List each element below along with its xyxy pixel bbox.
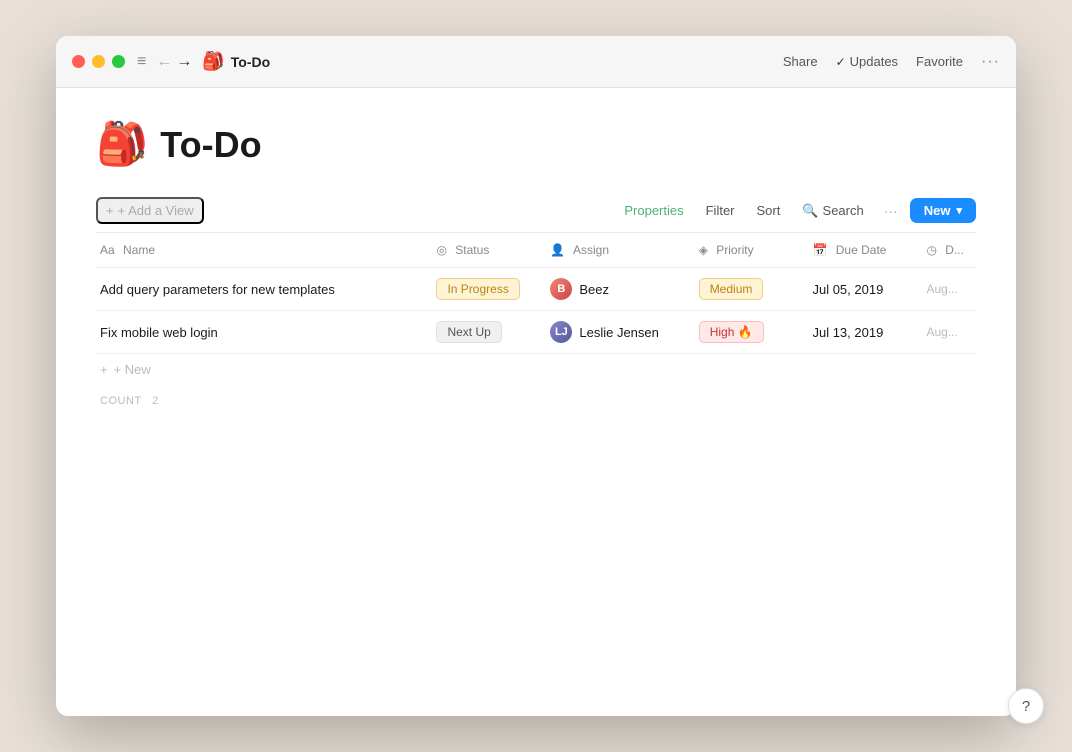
more-options-button[interactable]: ··· bbox=[981, 53, 1000, 71]
col-assign[interactable]: 👤 Assign bbox=[538, 233, 686, 268]
status-badge-nextup: Next Up bbox=[436, 321, 501, 343]
back-arrow-icon[interactable]: ← bbox=[156, 53, 172, 71]
col-due-date-label: Due Date bbox=[836, 243, 887, 257]
status-col-icon: ◎ bbox=[436, 243, 446, 257]
updates-label: Updates bbox=[850, 54, 898, 69]
due-date-col-icon: 📅 bbox=[812, 243, 827, 257]
add-row-button[interactable]: + + New bbox=[96, 354, 976, 385]
col-name[interactable]: Aa Name bbox=[96, 233, 424, 268]
page-icon-small: 🎒 bbox=[202, 51, 224, 72]
cell-assign-1[interactable]: B Beez bbox=[538, 268, 686, 311]
priority-badge-high: High 🔥 bbox=[699, 321, 764, 343]
nav-arrows: ← → bbox=[156, 53, 192, 71]
table-row[interactable]: Add query parameters for new templates I… bbox=[96, 268, 976, 311]
app-window: ≡ ← → 🎒 To-Do Share ✓ Updates Favorite ·… bbox=[56, 36, 1016, 716]
sort-button[interactable]: Sort bbox=[749, 199, 789, 222]
cell-status-2[interactable]: Next Up bbox=[424, 311, 538, 354]
assignee-name: Beez bbox=[579, 282, 609, 297]
col-status-label: Status bbox=[455, 243, 489, 257]
cell-name-1[interactable]: Add query parameters for new templates bbox=[96, 268, 424, 311]
name-col-icon: Aa bbox=[100, 243, 115, 257]
main-content: 🎒 To-Do + + Add a View Properties Filter… bbox=[56, 88, 1016, 716]
share-button[interactable]: Share bbox=[783, 54, 818, 69]
page-title: To-Do bbox=[160, 124, 261, 166]
status-badge-inprogress: In Progress bbox=[436, 278, 519, 300]
properties-button[interactable]: Properties bbox=[616, 199, 691, 222]
col-due-date[interactable]: 📅 Due Date bbox=[800, 233, 914, 268]
forward-arrow-icon[interactable]: → bbox=[176, 53, 192, 71]
table-header-row: Aa Name ◎ Status 👤 Assign ◈ bbox=[96, 233, 976, 268]
d-col-icon: ◷ bbox=[926, 243, 936, 257]
titlebar: ≡ ← → 🎒 To-Do Share ✓ Updates Favorite ·… bbox=[56, 36, 1016, 88]
new-button[interactable]: New ▾ bbox=[910, 198, 976, 223]
count-label: COUNT bbox=[100, 395, 141, 407]
priority-badge-medium: Medium bbox=[699, 278, 764, 300]
titlebar-title: To-Do bbox=[231, 54, 783, 70]
table-row[interactable]: Fix mobile web login Next Up LJ Leslie J… bbox=[96, 311, 976, 354]
toolbar: + + Add a View Properties Filter Sort 🔍 … bbox=[96, 197, 976, 233]
page-header: 🎒 To-Do bbox=[96, 120, 976, 169]
search-label: Search bbox=[823, 203, 864, 218]
toolbar-right: Properties Filter Sort 🔍 Search ··· New … bbox=[616, 198, 976, 223]
avatar: LJ bbox=[550, 321, 572, 343]
add-view-button[interactable]: + + Add a View bbox=[96, 197, 204, 224]
fullscreen-button[interactable] bbox=[112, 55, 125, 68]
page-emoji: 🎒 bbox=[96, 120, 148, 169]
cell-due-date-1: Jul 05, 2019 bbox=[800, 268, 914, 311]
cell-name-2[interactable]: Fix mobile web login bbox=[96, 311, 424, 354]
assignee-name: Leslie Jensen bbox=[579, 325, 659, 340]
cell-priority-1[interactable]: Medium bbox=[687, 268, 801, 311]
filter-button[interactable]: Filter bbox=[698, 199, 743, 222]
cell-d-2: Aug... bbox=[914, 311, 976, 354]
col-priority-label: Priority bbox=[716, 243, 753, 257]
cell-priority-2[interactable]: High 🔥 bbox=[687, 311, 801, 354]
data-table: Aa Name ◎ Status 👤 Assign ◈ bbox=[96, 233, 976, 407]
col-d[interactable]: ◷ D... bbox=[914, 233, 976, 268]
col-assign-label: Assign bbox=[573, 243, 609, 257]
check-icon: ✓ bbox=[836, 55, 846, 69]
sidebar-toggle-icon[interactable]: ≡ bbox=[137, 53, 146, 71]
search-icon: 🔍 bbox=[802, 203, 818, 219]
minimize-button[interactable] bbox=[92, 55, 105, 68]
search-button[interactable]: 🔍 Search bbox=[794, 199, 871, 223]
chevron-down-icon: ▾ bbox=[956, 204, 962, 217]
favorite-button[interactable]: Favorite bbox=[916, 54, 963, 69]
cell-assign-2[interactable]: LJ Leslie Jensen bbox=[538, 311, 686, 354]
col-name-label: Name bbox=[123, 243, 155, 257]
col-status[interactable]: ◎ Status bbox=[424, 233, 538, 268]
cell-due-date-2: Jul 13, 2019 bbox=[800, 311, 914, 354]
assignee-cell: B Beez bbox=[550, 278, 674, 300]
col-d-label: D... bbox=[945, 243, 964, 257]
add-view-label: + Add a View bbox=[118, 203, 194, 218]
help-button[interactable]: ? bbox=[1008, 688, 1044, 724]
priority-col-icon: ◈ bbox=[699, 243, 708, 257]
close-button[interactable] bbox=[72, 55, 85, 68]
question-mark-icon: ? bbox=[1022, 698, 1030, 715]
plus-icon: + bbox=[100, 362, 108, 377]
toolbar-more-button[interactable]: ··· bbox=[878, 199, 904, 223]
col-priority[interactable]: ◈ Priority bbox=[687, 233, 801, 268]
row-count: COUNT 2 bbox=[96, 385, 976, 407]
new-row-label: + New bbox=[114, 362, 151, 377]
new-label: New bbox=[924, 203, 951, 218]
cell-status-1[interactable]: In Progress bbox=[424, 268, 538, 311]
titlebar-actions: Share ✓ Updates Favorite ··· bbox=[783, 53, 1000, 71]
traffic-lights bbox=[72, 55, 125, 68]
count-value: 2 bbox=[152, 395, 159, 407]
updates-button[interactable]: ✓ Updates bbox=[836, 54, 898, 69]
cell-d-1: Aug... bbox=[914, 268, 976, 311]
assignee-cell: LJ Leslie Jensen bbox=[550, 321, 674, 343]
assign-col-icon: 👤 bbox=[550, 243, 565, 257]
avatar: B bbox=[550, 278, 572, 300]
plus-icon: + bbox=[106, 203, 114, 218]
